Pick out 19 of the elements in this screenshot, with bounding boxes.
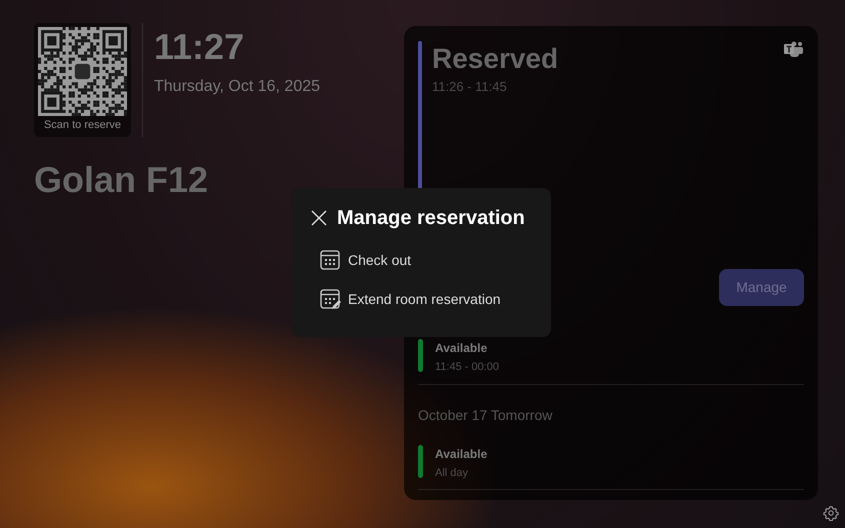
menu-item[interactable]: Extend room reservation	[320, 285, 531, 314]
calendar-pencil-icon	[320, 289, 341, 310]
dialog-title: Manage reservation	[337, 208, 525, 228]
clock-date: Thursday, Oct 16, 2025	[154, 79, 320, 95]
close-icon[interactable]	[311, 210, 327, 226]
day-heading: October 17 Tomorrow	[418, 406, 554, 424]
status-time: 11:26 - 11:45	[432, 80, 508, 93]
settings-icon[interactable]	[823, 505, 839, 521]
menu-item[interactable]: Check out	[320, 246, 531, 275]
room-name: Golan F12	[34, 162, 210, 198]
teams-logo-icon	[784, 41, 804, 58]
slot-time: All day	[435, 466, 470, 480]
clock-time: 11:27	[154, 29, 246, 65]
slot-title: Available	[435, 340, 488, 357]
calendar-icon	[320, 250, 341, 271]
slot-title: Available	[435, 446, 488, 462]
status-title: Reserved	[432, 45, 558, 73]
qr-caption: Scan to reserve	[44, 120, 122, 131]
slot-time: 11:45 - 00:00	[435, 360, 500, 375]
